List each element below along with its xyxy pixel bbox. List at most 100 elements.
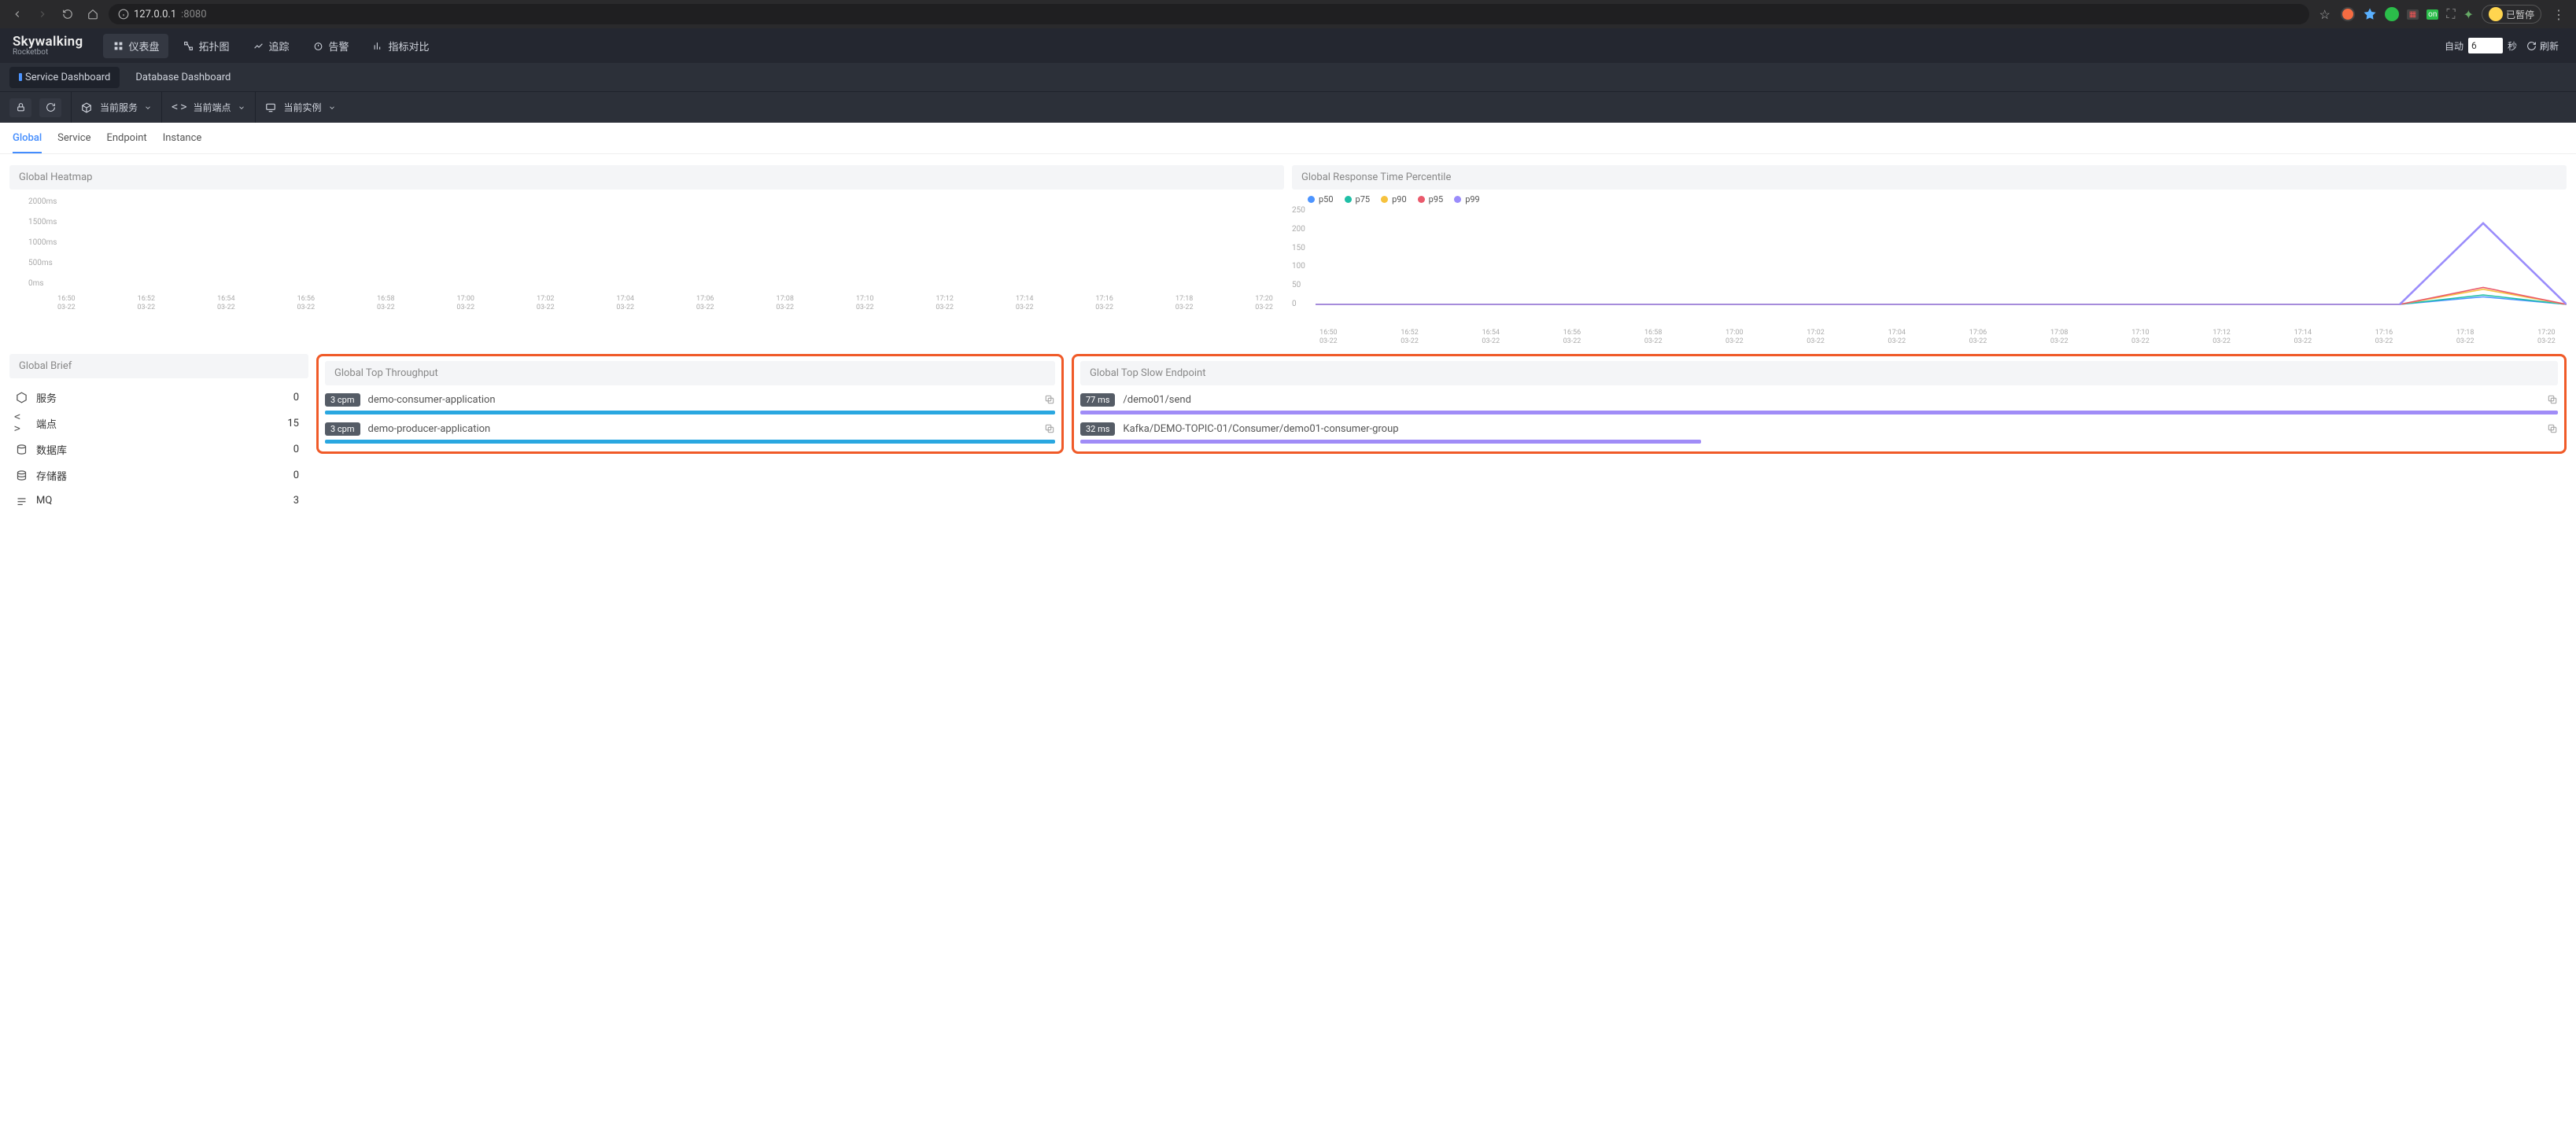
service-selector[interactable]: 当前服务 [81, 92, 162, 123]
bookmark-star-icon[interactable]: ☆ [2316, 5, 2334, 24]
brief-row: < >端点15 [13, 411, 301, 437]
selector-label: 当前端点 [194, 101, 231, 114]
item-name: demo-producer-application [368, 423, 1037, 435]
series-line-p95 [1316, 287, 2567, 304]
x-tick: 17:1003-22 [856, 295, 874, 312]
extension-icon[interactable] [2341, 7, 2355, 21]
site-info-icon[interactable] [118, 9, 129, 20]
copy-button[interactable] [1044, 394, 1055, 405]
extension-icon[interactable] [2363, 7, 2377, 21]
item-name: /demo01/send [1123, 394, 2539, 406]
extensions-tray: ▦ on ⛶ ✦ 已暂停 ⋮ [2341, 5, 2568, 24]
tab-database-dashboard[interactable]: Database Dashboard [126, 67, 240, 88]
back-button[interactable] [8, 5, 27, 24]
tool-segment-lock [9, 92, 72, 123]
panel-global-brief: Global Brief 服务0< >端点15数据库0存储器0MQ3 [9, 354, 308, 514]
x-tick: 17:2003-22 [2537, 329, 2556, 346]
nav-alarm[interactable]: 告警 [304, 34, 359, 58]
address-bar[interactable]: 127.0.0.1:8080 [109, 4, 2309, 24]
instance-selector[interactable]: 当前实例 [265, 92, 345, 123]
brief-label: 存储器 [36, 468, 67, 483]
monitor-icon [265, 102, 276, 113]
x-tick: 16:5203-22 [1401, 329, 1419, 346]
legend-item[interactable]: p99 [1454, 194, 1480, 204]
auto-unit: 秒 [2508, 39, 2517, 53]
tab-endpoint[interactable]: Endpoint [106, 132, 146, 153]
tab-service-dashboard[interactable]: Service Dashboard [9, 67, 120, 88]
chevron-down-icon [328, 104, 336, 112]
x-tick: 17:0003-22 [1725, 329, 1744, 346]
logo[interactable]: Skywalking Rocketbot [13, 35, 83, 57]
kebab-menu-icon[interactable]: ⋮ [2549, 5, 2568, 24]
series-line-p50 [1316, 297, 2567, 304]
cube-icon [81, 102, 92, 113]
brief-label: 数据库 [36, 442, 67, 457]
extension-icon[interactable]: ✦ [2463, 7, 2474, 22]
x-tick: 16:5403-22 [1482, 329, 1500, 346]
progress-bar [1080, 411, 2558, 414]
lock-button[interactable] [9, 98, 31, 117]
reload-button[interactable] [58, 5, 77, 24]
pause-label: 已暂停 [2506, 8, 2534, 21]
x-tick: 17:1803-22 [2456, 329, 2475, 346]
x-tick: 16:5003-22 [1319, 329, 1338, 346]
panel-title: Global Response Time Percentile [1292, 165, 2567, 190]
tab-service[interactable]: Service [57, 132, 90, 153]
brief-row-icon [14, 390, 28, 404]
x-tick: 17:1803-22 [1175, 295, 1194, 312]
progress-bar [325, 440, 1055, 444]
metric-badge: 3 cpm [325, 422, 360, 436]
legend-item[interactable]: p75 [1345, 194, 1371, 204]
brief-label: MQ [36, 495, 52, 507]
heatmap-chart: 2000ms 1500ms 1000ms 500ms 0ms 16:5003-2… [9, 190, 1284, 315]
extension-icon[interactable] [2385, 7, 2399, 21]
endpoint-selector[interactable]: < > 当前端点 [172, 92, 256, 123]
profile-pause-button[interactable]: 已暂停 [2482, 5, 2541, 24]
legend-item[interactable]: p90 [1381, 194, 1407, 204]
extension-icon[interactable]: ⛶ [2446, 6, 2455, 22]
x-tick: 17:1203-22 [936, 295, 954, 312]
selector-label: 当前服务 [100, 101, 138, 114]
brief-value: 0 [293, 392, 299, 403]
brief-row-icon [14, 442, 28, 456]
legend-item[interactable]: p95 [1418, 194, 1444, 204]
percentile-y-axis: 250 200 150 100 50 0 [1292, 206, 1305, 308]
x-tick: 17:0803-22 [776, 295, 794, 312]
topology-icon [183, 40, 194, 51]
auto-refresh-input[interactable] [2468, 38, 2503, 53]
copy-button[interactable] [2547, 423, 2558, 434]
nav-trace[interactable]: 追踪 [243, 34, 298, 58]
refresh-button[interactable]: 刷新 [2522, 37, 2563, 55]
nav-topology[interactable]: 拓扑图 [173, 34, 238, 58]
extension-icon[interactable]: on [2427, 10, 2438, 19]
tab-instance[interactable]: Instance [163, 132, 202, 153]
y-tick: 1500ms [28, 218, 1284, 229]
legend-item[interactable]: p50 [1308, 194, 1334, 204]
copy-button[interactable] [2547, 394, 2558, 405]
brief-row: 存储器0 [13, 462, 301, 488]
panel-title: Global Brief [9, 354, 308, 378]
forward-button[interactable] [33, 5, 52, 24]
percentile-x-axis: 16:5003-22 16:5203-22 16:5403-22 16:5603-22… [1292, 324, 2567, 346]
alarm-icon [313, 40, 324, 51]
top-list-item: 77 ms/demo01/send [1080, 393, 2558, 414]
brief-row: 数据库0 [13, 437, 301, 462]
y-tick: 2000ms [28, 197, 1284, 208]
x-tick: 16:5603-22 [1563, 329, 1581, 346]
nav-dashboard[interactable]: 仪表盘 [103, 34, 168, 58]
brief-row-icon: < > [14, 416, 28, 430]
tab-global[interactable]: Global [13, 132, 42, 153]
y-tick: 200 [1292, 225, 1305, 234]
logo-main: Skywalking [13, 35, 83, 49]
url-host: 127.0.0.1 [134, 9, 176, 20]
brief-row: 服务0 [13, 385, 301, 411]
home-button[interactable] [83, 5, 102, 24]
copy-button[interactable] [1044, 423, 1055, 434]
x-tick: 17:0203-22 [537, 295, 555, 312]
nav-compare[interactable]: 指标对比 [364, 34, 439, 58]
progress-bar [325, 411, 1055, 414]
refresh-label: 刷新 [2540, 39, 2559, 53]
extension-icon[interactable]: ▦ [2407, 10, 2419, 19]
reload-selectors-button[interactable] [39, 98, 61, 117]
y-tick: 100 [1292, 262, 1305, 271]
